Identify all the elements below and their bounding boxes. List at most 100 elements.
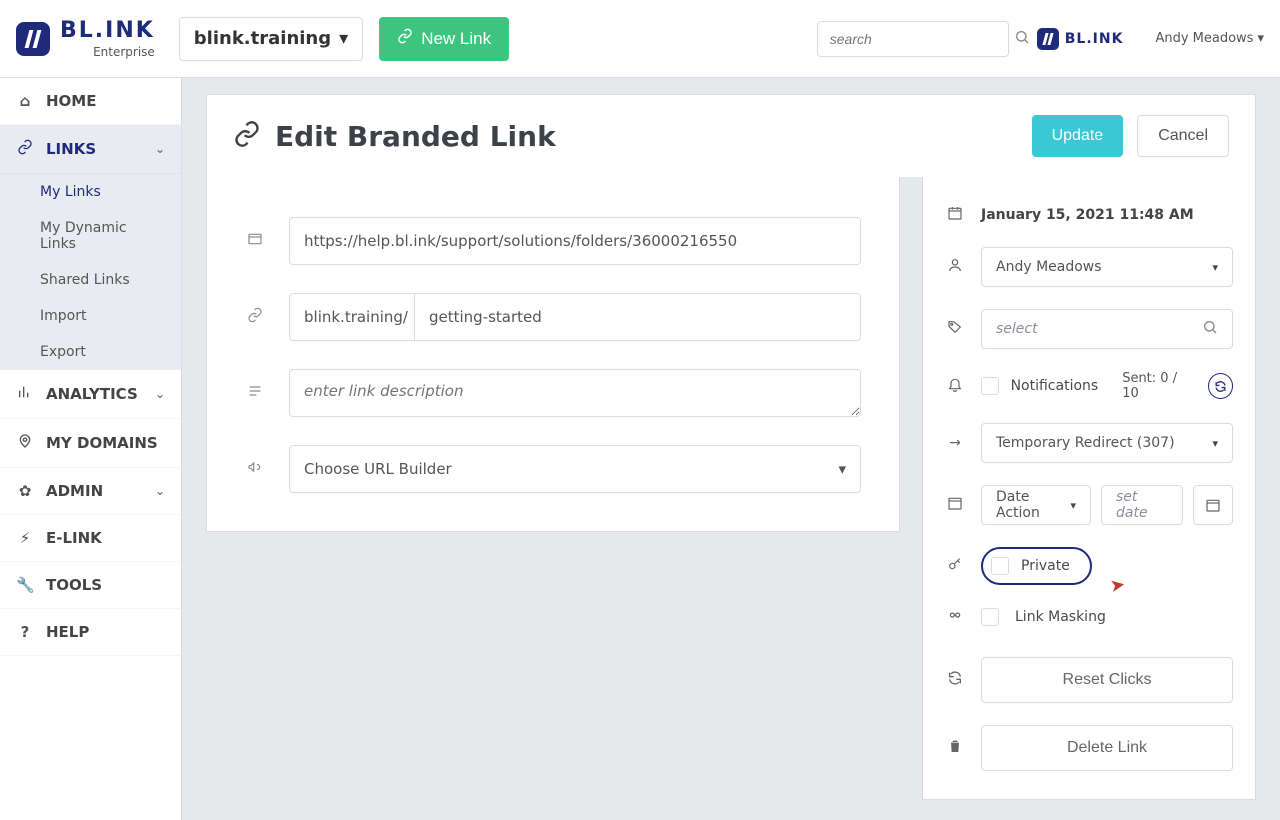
nav-import[interactable]: Import — [0, 298, 181, 334]
user-icon — [945, 257, 965, 277]
description-textarea[interactable] — [289, 369, 861, 417]
link-icon — [397, 28, 413, 49]
tags-placeholder: select — [996, 321, 1202, 337]
megaphone-icon — [245, 459, 265, 479]
search-icon — [1014, 29, 1030, 49]
nav-home-label: HOME — [46, 92, 96, 110]
calendar-icon — [945, 205, 965, 225]
global-search-input[interactable] — [828, 30, 1014, 48]
short-slug-value: getting-started — [429, 308, 542, 326]
page-header: Edit Branded Link Update Cancel — [206, 94, 1256, 177]
page-title: Edit Branded Link — [275, 120, 556, 153]
mask-icon — [945, 607, 965, 627]
key-icon — [945, 556, 965, 576]
logo: BL.INK Enterprise — [16, 20, 155, 58]
chevron-down-icon: ⌄ — [155, 484, 165, 498]
link-masking-label: Link Masking — [1015, 609, 1106, 625]
bolt-icon: ⚡ — [16, 529, 34, 547]
nav-analytics[interactable]: ANALYTICS ⌄ — [0, 370, 181, 419]
pin-icon — [16, 433, 34, 453]
set-date-input[interactable]: set date — [1101, 485, 1183, 525]
date-action-value: Date Action — [996, 489, 1070, 521]
paragraph-icon — [245, 383, 265, 403]
chart-icon — [16, 384, 34, 404]
nav-help[interactable]: ? HELP — [0, 609, 181, 656]
caret-down-icon: ▾ — [1257, 31, 1264, 46]
domain-selector[interactable]: blink.training ▾ — [179, 17, 363, 61]
home-icon: ⌂ — [16, 92, 34, 110]
link-icon — [245, 307, 265, 327]
redirect-type-value: Temporary Redirect (307) — [996, 435, 1175, 451]
gear-icon: ✿ — [16, 482, 34, 500]
nav-help-label: HELP — [46, 623, 89, 641]
private-label: Private — [1021, 558, 1070, 574]
caret-down-icon: ▾ — [838, 460, 846, 478]
nav-export[interactable]: Export — [0, 334, 181, 370]
topbar: BL.INK Enterprise blink.training ▾ New L… — [0, 0, 1280, 78]
private-highlight: Private — [981, 547, 1092, 585]
user-menu-name: Andy Meadows — [1155, 31, 1253, 46]
notifications-refresh-button[interactable] — [1208, 373, 1233, 399]
link-icon — [16, 139, 34, 159]
nav-shared-links[interactable]: Shared Links — [0, 262, 181, 298]
notifications-sent-count: Sent: 0 / 10 — [1122, 371, 1195, 401]
nav-dynamic-links[interactable]: My Dynamic Links — [0, 210, 181, 262]
link-icon — [233, 120, 261, 152]
domain-selector-value: blink.training — [194, 28, 331, 49]
global-search[interactable] — [817, 21, 1009, 57]
caret-down-icon: ▾ — [1212, 437, 1218, 450]
refresh-icon — [945, 670, 965, 690]
nav-domains[interactable]: MY DOMAINS — [0, 419, 181, 468]
mini-logo-text: BL.INK — [1065, 31, 1124, 47]
content-area: Edit Branded Link Update Cancel https://… — [182, 78, 1280, 820]
url-builder-select[interactable]: Choose URL Builder ▾ — [289, 445, 861, 493]
chevron-down-icon: ⌄ — [155, 142, 165, 156]
new-link-label: New Link — [421, 29, 491, 49]
trash-icon — [945, 738, 965, 758]
owner-select-value: Andy Meadows — [996, 259, 1102, 275]
calendar-action-icon — [945, 495, 965, 515]
sidebar: ⌂ HOME LINKS ⌄ My Links My Dynamic Links… — [0, 78, 182, 820]
open-calendar-button[interactable] — [1193, 485, 1233, 525]
new-link-button[interactable]: New Link — [379, 17, 509, 61]
nav-links-label: LINKS — [46, 140, 96, 158]
nav-links-submenu: My Links My Dynamic Links Shared Links I… — [0, 174, 181, 370]
private-checkbox[interactable] — [991, 557, 1009, 575]
mini-logo-mark-icon — [1037, 28, 1059, 50]
wrench-icon: 🔧 — [16, 576, 34, 594]
nav-home[interactable]: ⌂ HOME — [0, 78, 181, 125]
tag-icon — [945, 319, 965, 339]
nav-domains-label: MY DOMAINS — [46, 434, 158, 452]
reset-clicks-button[interactable]: Reset Clicks — [981, 657, 1233, 703]
help-icon: ? — [16, 623, 34, 641]
chevron-down-icon: ⌄ — [155, 387, 165, 401]
link-meta-panel: January 15, 2021 11:48 AM Andy Meadows ▾ — [922, 177, 1256, 800]
nav-admin-label: ADMIN — [46, 482, 103, 500]
user-menu[interactable]: Andy Meadows ▾ — [1155, 31, 1264, 46]
destination-url-value: https://help.bl.ink/support/solutions/fo… — [304, 232, 737, 250]
nav-tools-label: TOOLS — [46, 576, 102, 594]
delete-link-button[interactable]: Delete Link — [981, 725, 1233, 771]
nav-analytics-label: ANALYTICS — [46, 385, 138, 403]
redirect-type-select[interactable]: Temporary Redirect (307) ▾ — [981, 423, 1233, 463]
link-masking-checkbox[interactable] — [981, 608, 999, 626]
search-icon — [1202, 319, 1218, 339]
brand-suffix: Enterprise — [93, 46, 155, 58]
tags-input[interactable]: select — [981, 309, 1233, 349]
nav-my-links[interactable]: My Links — [0, 174, 181, 210]
short-domain-prefix: blink.training/ — [289, 293, 415, 341]
notifications-label: Notifications — [1011, 378, 1099, 394]
owner-select[interactable]: Andy Meadows ▾ — [981, 247, 1233, 287]
cancel-button[interactable]: Cancel — [1137, 115, 1229, 157]
date-action-select[interactable]: Date Action ▾ — [981, 485, 1091, 525]
nav-admin[interactable]: ✿ ADMIN ⌄ — [0, 468, 181, 515]
nav-tools[interactable]: 🔧 TOOLS — [0, 562, 181, 609]
destination-url-field[interactable]: https://help.bl.ink/support/solutions/fo… — [289, 217, 861, 265]
short-slug-field[interactable]: getting-started — [415, 293, 861, 341]
notifications-checkbox[interactable] — [981, 377, 999, 395]
update-button[interactable]: Update — [1032, 115, 1124, 157]
nav-links[interactable]: LINKS ⌄ — [0, 125, 181, 174]
caret-down-icon: ▾ — [1212, 261, 1218, 274]
set-date-placeholder: set date — [1116, 489, 1168, 521]
nav-elink[interactable]: ⚡ E-LINK — [0, 515, 181, 562]
